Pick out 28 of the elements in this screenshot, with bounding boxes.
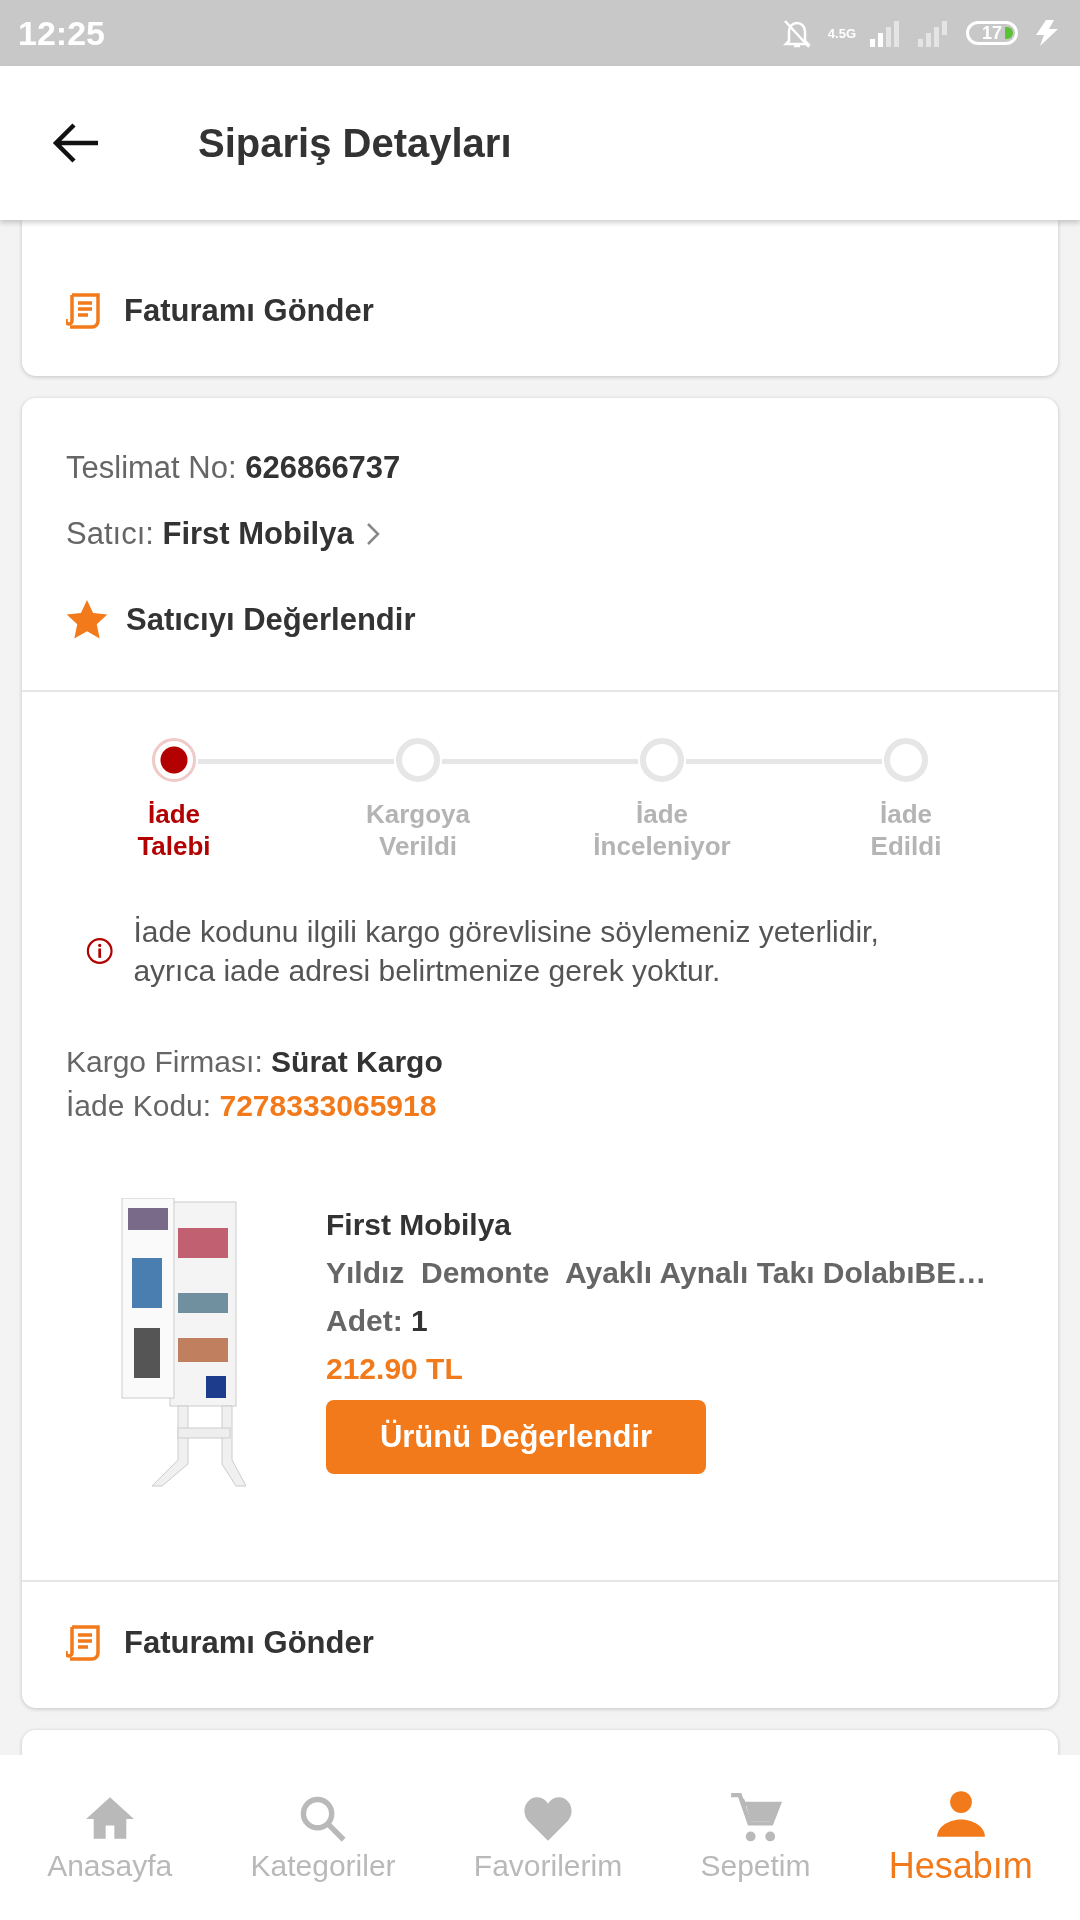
product-seller: First Mobilya bbox=[326, 1208, 513, 1242]
back-arrow-icon[interactable] bbox=[52, 123, 100, 163]
star-icon bbox=[66, 600, 108, 640]
rate-product-button[interactable]: Ürünü Değerlendir bbox=[326, 1400, 706, 1474]
nav-tab[interactable]: Hesabım bbox=[888, 1788, 1033, 1887]
send-invoice-link[interactable]: Faturamı Gönder bbox=[124, 293, 374, 329]
product-quantity: Adet: 1 bbox=[326, 1304, 429, 1338]
return-info-text: İade kodunu ilgili kargo görevlisine söylemeniz yeterlidir, ayrıca iade adresi belirtmenize gerek yoktur. bbox=[133, 914, 880, 989]
receipt-icon bbox=[66, 1624, 102, 1662]
send-invoice-link[interactable]: Faturamı Gönder bbox=[124, 1625, 374, 1661]
page-title: Sipariş Detayları bbox=[198, 120, 512, 166]
receipt-icon bbox=[66, 292, 102, 330]
nav-tab[interactable]: Kategoriler bbox=[250, 1792, 396, 1883]
delivery-number: Teslimat No: 626866737 bbox=[66, 449, 402, 487]
step-label: İade İnceleniyor bbox=[593, 798, 731, 862]
nav-tab[interactable]: Sepetim bbox=[700, 1792, 811, 1883]
rate-seller-link[interactable]: Satıcıyı Değerlendir bbox=[126, 602, 416, 638]
nav-tab[interactable]: Favorilerim bbox=[473, 1792, 623, 1883]
step-label: İade Talebi bbox=[137, 798, 211, 862]
cargo-company: Kargo Firması: Sürat Kargo bbox=[66, 1044, 444, 1080]
nav-tab[interactable]: Anasayfa bbox=[47, 1792, 173, 1883]
seller-link[interactable]: Satıcı: First Mobilya bbox=[66, 514, 354, 554]
product-price: 212.90 TL bbox=[326, 1352, 464, 1386]
step-label: Kargoya Verildi bbox=[365, 798, 470, 862]
product-name: Yıldız Demonte Ayaklı Aynalı Takı DolabıBE… bbox=[326, 1256, 987, 1290]
return-code: İade Kodu: 7278333065918 bbox=[66, 1088, 438, 1124]
step-label: İade Edildi bbox=[870, 798, 942, 862]
chevron-right-icon bbox=[365, 522, 380, 546]
